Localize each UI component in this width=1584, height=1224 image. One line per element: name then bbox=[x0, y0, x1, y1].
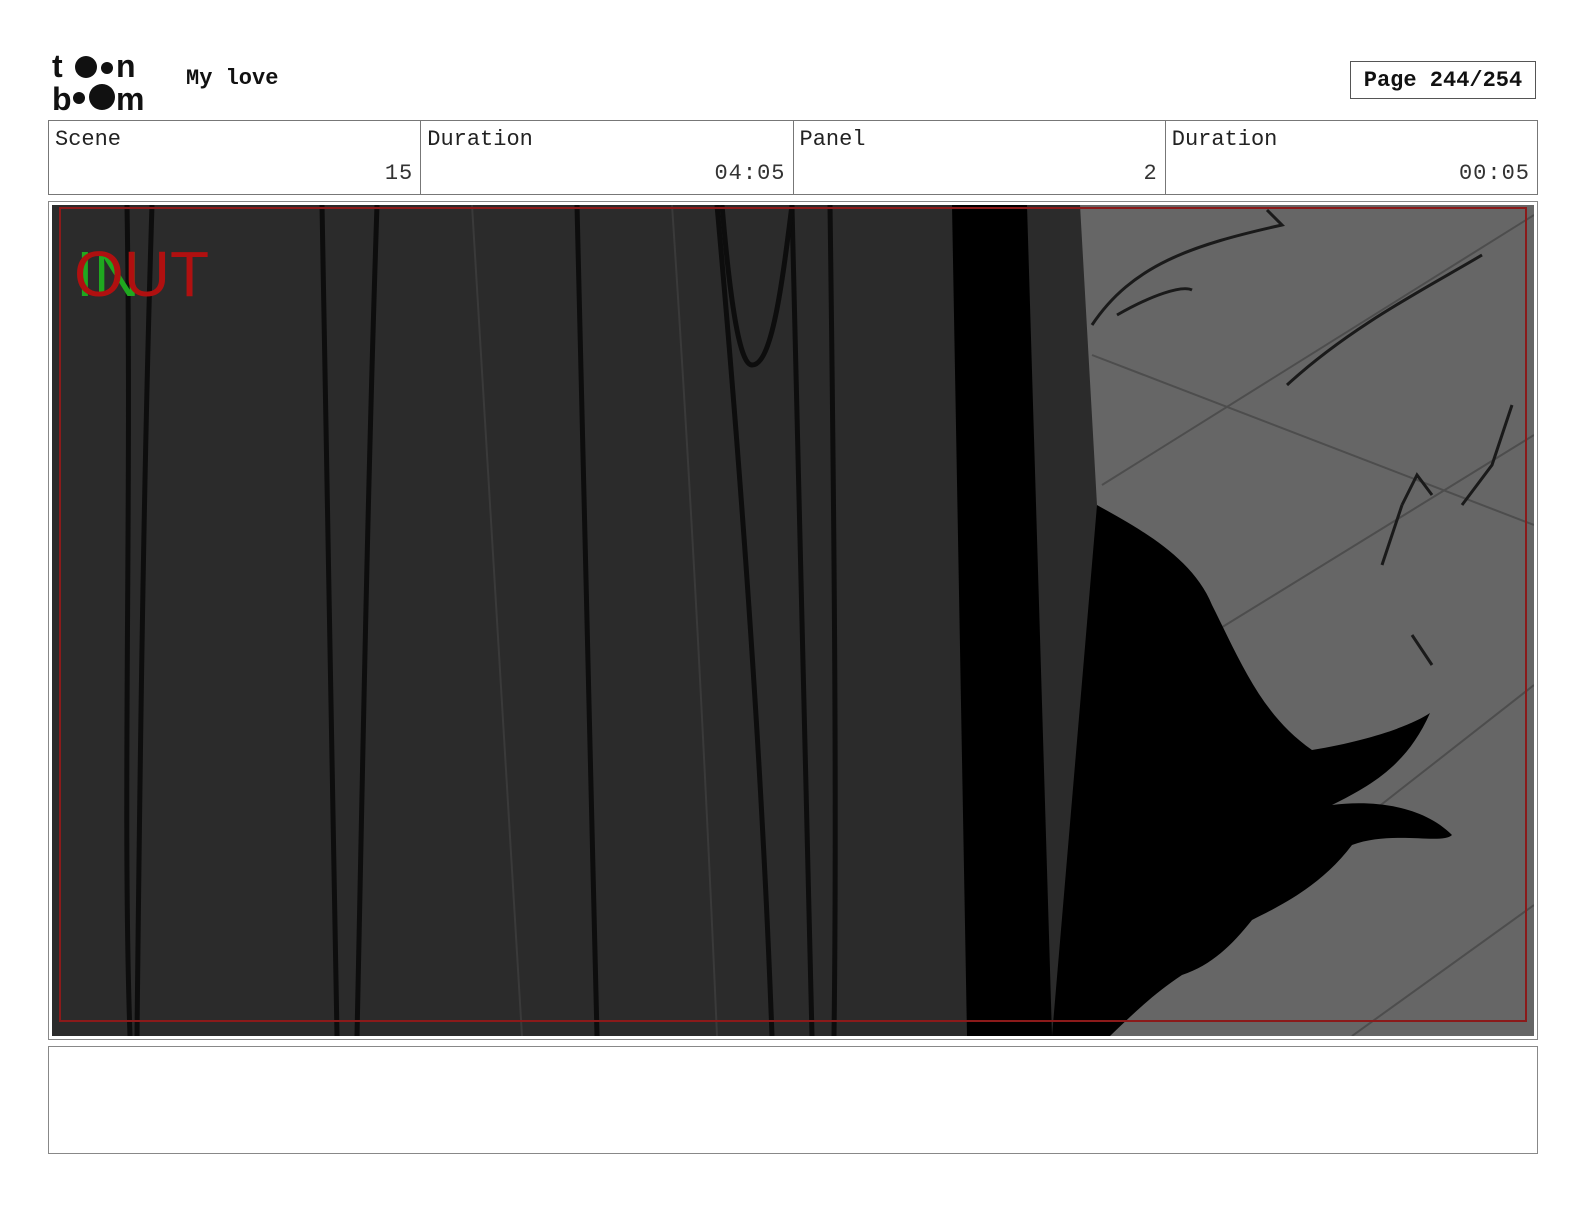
scene-duration-label: Duration bbox=[427, 127, 533, 152]
notes-box[interactable] bbox=[48, 1046, 1538, 1154]
page-indicator: Page 244/254 bbox=[1350, 61, 1536, 99]
storyboard-drawing: IN OUT bbox=[52, 205, 1534, 1036]
panel-cell: Panel 2 bbox=[794, 121, 1166, 194]
panel-label: Panel bbox=[799, 127, 866, 152]
panel-value: 2 bbox=[1143, 161, 1158, 186]
scene-value: 15 bbox=[384, 161, 414, 186]
svg-text:n: n bbox=[116, 50, 136, 84]
scene-cell: Scene 15 bbox=[49, 121, 422, 194]
panel-duration-cell: Duration 00:05 bbox=[1166, 121, 1537, 194]
svg-text:t: t bbox=[52, 50, 63, 84]
panel-info-table: Scene 15 Duration 04:05 Panel 2 Duration… bbox=[48, 120, 1538, 195]
panel-duration-label: Duration bbox=[1171, 127, 1278, 152]
svg-text:m: m bbox=[116, 81, 144, 112]
scene-duration-cell: Duration 04:05 bbox=[421, 121, 794, 194]
panel-duration-value: 00:05 bbox=[1458, 161, 1530, 186]
out-marker: OUT bbox=[74, 238, 209, 310]
project-title: My love bbox=[186, 66, 279, 91]
toon-boom-logo: t n b m bbox=[52, 50, 144, 112]
scene-label: Scene bbox=[55, 127, 122, 152]
scene-duration-value: 04:05 bbox=[714, 161, 786, 186]
svg-text:b: b bbox=[52, 81, 72, 112]
